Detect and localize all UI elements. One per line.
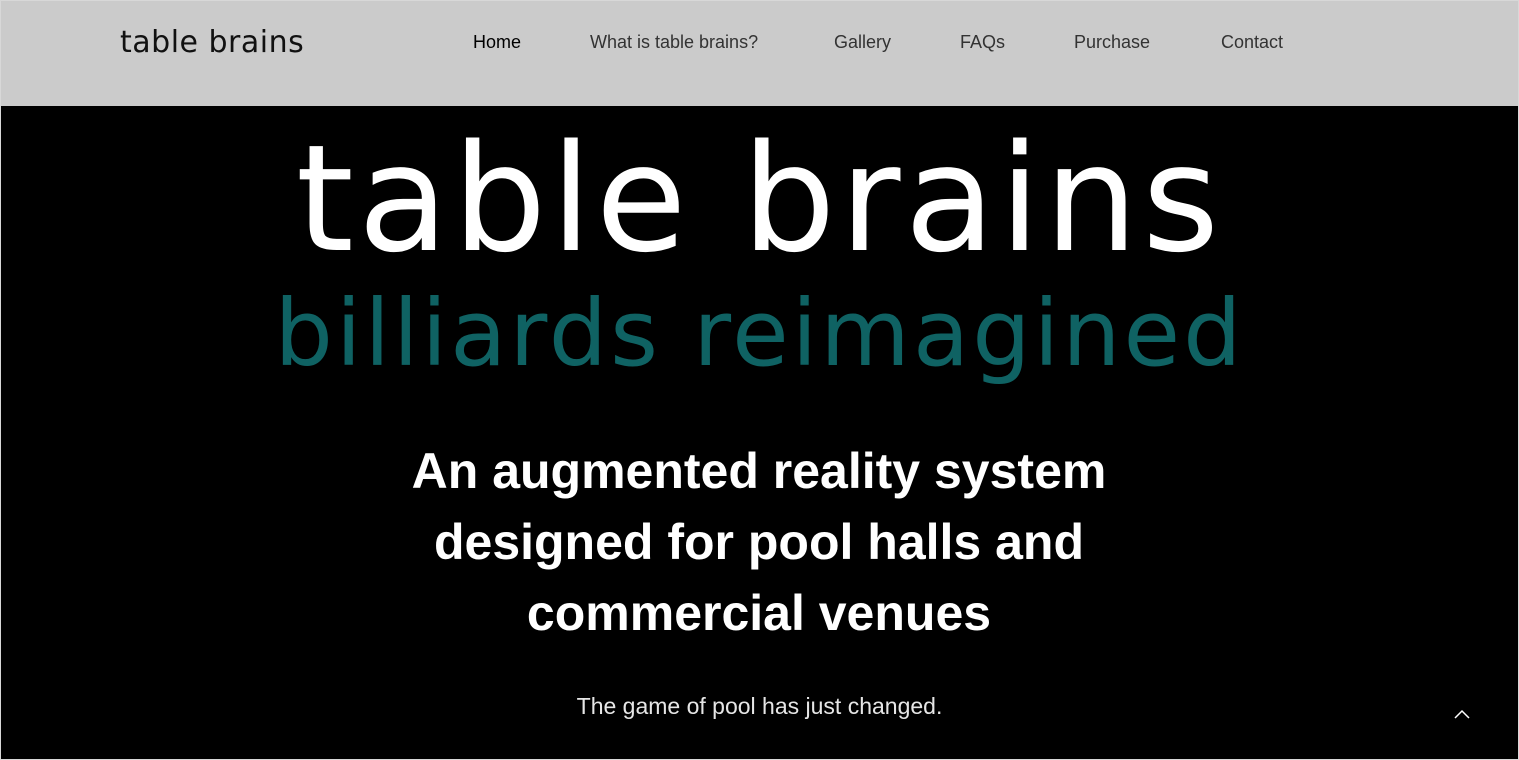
hero-headline: An augmented reality system designed for…: [359, 436, 1159, 649]
hero-tagline: The game of pool has just changed.: [576, 693, 943, 719]
nav-item-contact[interactable]: Contact: [1221, 29, 1283, 55]
hero-section: table brains billiards reimagined An aug…: [1, 106, 1518, 759]
nav-item-faqs[interactable]: FAQs: [960, 29, 1005, 55]
hero-logo-title: table brains: [295, 113, 1224, 285]
chevron-up-icon: [1454, 709, 1470, 719]
hero-headline-line-2: designed for pool halls and: [433, 514, 1085, 570]
hero-headline-line-3: commercial venues: [526, 585, 992, 641]
scroll-to-top-button[interactable]: [1447, 699, 1477, 729]
nav-item-home[interactable]: Home: [473, 29, 521, 55]
nav-item-purchase[interactable]: Purchase: [1074, 29, 1150, 55]
page: table brains Home What is table brains? …: [0, 0, 1519, 760]
nav-item-what-is-table-brains[interactable]: What is table brains?: [590, 29, 758, 55]
hero-logo-subtitle: billiards reimagined: [274, 280, 1245, 387]
hero-headline-line-1: An augmented reality system: [411, 443, 1107, 499]
nav-item-gallery[interactable]: Gallery: [834, 29, 891, 55]
main-nav: Home What is table brains? Gallery FAQs …: [1, 29, 1518, 55]
site-header: table brains Home What is table brains? …: [1, 1, 1518, 106]
